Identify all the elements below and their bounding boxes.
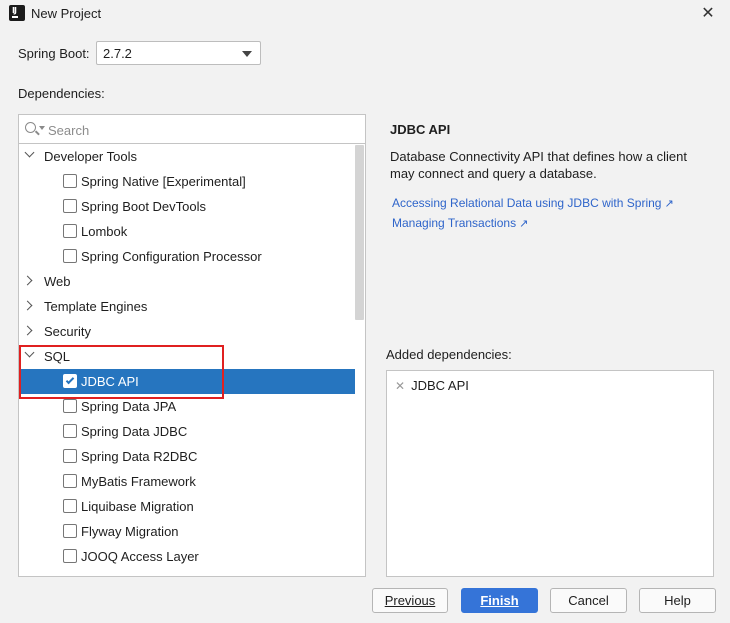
dependency-checkbox[interactable]: [63, 174, 77, 188]
spring-boot-label: Spring Boot:: [18, 46, 90, 61]
external-link-icon: ↗: [664, 198, 674, 210]
tree-item-liquibase-migration[interactable]: Liquibase Migration: [19, 494, 355, 519]
tree-group-label: Template Engines: [44, 299, 148, 314]
tree-group-sql[interactable]: SQL: [19, 344, 355, 369]
chevron-right-icon[interactable]: [22, 325, 33, 336]
tree-item-label: Spring Data JPA: [81, 399, 177, 414]
chevron-down-icon: [242, 51, 252, 57]
remove-icon[interactable]: ✕: [395, 379, 405, 393]
tree-item-label: Lombok: [81, 224, 128, 239]
tree-item-spring-data-r2dbc[interactable]: Spring Data R2DBC: [19, 444, 355, 469]
tree-item-label: Spring Configuration Processor: [81, 249, 262, 264]
dependency-checkbox[interactable]: [63, 549, 77, 563]
tree-item-spring-data-jdbc[interactable]: Spring Data JDBC: [19, 419, 355, 444]
link-accessing-relational-data[interactable]: Accessing Relational Data using JDBC wit…: [392, 196, 674, 210]
tree-item-spring-boot-devtools[interactable]: Spring Boot DevTools: [19, 194, 355, 219]
tree-item-label: Spring Data JDBC: [81, 424, 188, 439]
dependency-checkbox[interactable]: [63, 199, 77, 213]
link-text: Managing Transactions: [392, 216, 517, 230]
search-input[interactable]: [48, 121, 348, 139]
external-link-icon: ↗: [519, 218, 529, 230]
tree-scrollbar[interactable]: [355, 145, 364, 320]
tree-item-spring-data-jpa[interactable]: Spring Data JPA: [19, 394, 355, 419]
tree-item-flyway-migration[interactable]: Flyway Migration: [19, 519, 355, 544]
cancel-button-label: Cancel: [568, 593, 609, 608]
chevron-right-icon[interactable]: [22, 275, 33, 286]
tree-item-label: Spring Boot DevTools: [81, 199, 207, 214]
dependency-checkbox[interactable]: [63, 474, 77, 488]
spring-boot-version-value: 2.7.2: [103, 46, 132, 61]
spring-boot-version-select[interactable]: 2.7.2: [96, 41, 261, 65]
tree-group-developer-tools[interactable]: Developer Tools: [19, 144, 355, 169]
tree-group-security[interactable]: Security: [19, 319, 355, 344]
intellij-logo-icon: IJ: [9, 5, 25, 21]
dependency-checkbox[interactable]: [63, 524, 77, 538]
dependency-checkbox[interactable]: [63, 424, 77, 438]
tree-item-label: JOOQ Access Layer: [81, 549, 199, 564]
tree-item-label: Spring Data R2DBC: [81, 449, 198, 464]
tree-group-label: SQL: [44, 349, 71, 364]
tree-item-label: Flyway Migration: [81, 524, 179, 539]
tree-item-jooq-access-layer[interactable]: JOOQ Access Layer: [19, 544, 355, 569]
dependencies-label: Dependencies:: [18, 86, 105, 101]
previous-button[interactable]: Previous: [372, 588, 448, 613]
dependency-checkbox[interactable]: [63, 499, 77, 513]
tree-item-spring-configuration-processor[interactable]: Spring Configuration Processor: [19, 244, 355, 269]
search-icon: [25, 122, 36, 133]
chevron-down-icon[interactable]: [24, 347, 35, 358]
added-dependency-label: JDBC API: [411, 378, 469, 393]
cancel-button[interactable]: Cancel: [550, 588, 627, 613]
tree-item-lombok[interactable]: Lombok: [19, 219, 355, 244]
tree-group-template-engines[interactable]: Template Engines: [19, 294, 355, 319]
dependency-search-box[interactable]: [18, 114, 366, 144]
link-text: Accessing Relational Data using JDBC wit…: [392, 196, 662, 210]
title-bar: IJ New Project ✕: [0, 0, 730, 28]
link-managing-transactions[interactable]: Managing Transactions ↗: [392, 216, 528, 230]
help-button[interactable]: Help: [639, 588, 716, 613]
window-title: New Project: [31, 6, 102, 21]
tree-item-label: Liquibase Migration: [81, 499, 194, 514]
tree-item-label: MyBatis Framework: [81, 474, 196, 489]
added-dependency-item: ✕ JDBC API: [395, 378, 469, 393]
tree-group-label: Web: [44, 274, 71, 289]
dependency-checkbox[interactable]: [63, 449, 77, 463]
previous-button-label: Previous: [384, 593, 436, 608]
dependency-checkbox[interactable]: [63, 374, 77, 388]
chevron-down-icon[interactable]: [24, 147, 35, 158]
finish-button-label: Finish: [480, 593, 519, 608]
added-dependencies-label: Added dependencies:: [386, 347, 512, 362]
tree-group-web[interactable]: Web: [19, 269, 355, 294]
dependency-checkbox[interactable]: [63, 249, 77, 263]
tree-group-label: Developer Tools: [44, 149, 137, 164]
dependency-checkbox[interactable]: [63, 399, 77, 413]
tree-item-jdbc-api[interactable]: JDBC API: [19, 369, 355, 394]
tree-item-label: Spring Native [Experimental]: [81, 174, 246, 189]
close-icon[interactable]: ✕: [698, 4, 718, 24]
tree-item-label: JDBC API: [81, 374, 139, 389]
tree-item-mybatis-framework[interactable]: MyBatis Framework: [19, 469, 355, 494]
chevron-right-icon[interactable]: [22, 300, 33, 311]
tree-item-spring-native-experimental-[interactable]: Spring Native [Experimental]: [19, 169, 355, 194]
dependency-detail-description: Database Connectivity API that defines h…: [390, 149, 688, 181]
tree-group-label: Security: [44, 324, 91, 339]
dependency-detail-title: JDBC API: [390, 122, 451, 137]
help-button-label: Help: [664, 593, 691, 608]
added-dependencies-list: ✕ JDBC API: [386, 370, 714, 577]
checkmark-icon: [65, 375, 75, 385]
finish-button[interactable]: Finish: [461, 588, 538, 613]
dependency-checkbox[interactable]: [63, 224, 77, 238]
search-history-chevron-icon[interactable]: [39, 126, 45, 130]
dependency-tree: Developer Tools Spring Native [Experiment…: [18, 144, 366, 577]
